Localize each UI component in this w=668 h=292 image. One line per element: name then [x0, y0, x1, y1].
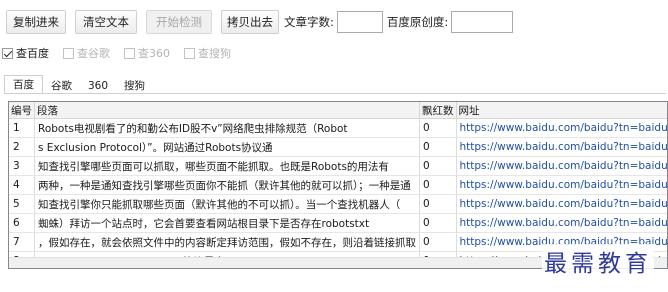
checkbox-checked-icon[interactable]: [2, 47, 13, 59]
cell-no: 4: [9, 175, 35, 195]
char-count-label: 文章字数:: [284, 15, 334, 29]
cell-red-count: 0: [419, 156, 457, 176]
cell-url[interactable]: https://www.baidu.com/baidu?tn=baidu&wor…: [456, 137, 667, 157]
app-window: 复制进来 清空文本 开始检测 拷贝出去 文章字数: 百度原创度: 查百度 查谷歌…: [0, 0, 668, 292]
clear-text-button[interactable]: 清空文本: [75, 10, 137, 34]
cell-paragraph: 知查找引擎你只能抓取哪些页面（默许其他的不可以抓）。当一个查找机器人（: [34, 194, 420, 214]
cell-paragraph: Robots电视剧看了的和勤公布ID股不v”网络爬虫排除规范（Robot: [34, 118, 420, 138]
table-row[interactable]: 6 蜘蛛）拜访一个站点时，它会首要查看网站根目录下是否存在robotstxt 0…: [9, 213, 667, 233]
col-header-red-count[interactable]: 飘红数: [419, 102, 457, 119]
watermark-logo: 最需教育: [542, 244, 654, 278]
table-row[interactable]: 2 s Exclusion Protocol）”。网站通过Robots协议通 0…: [9, 137, 667, 157]
table-header-row: 编号 段落 飘红数 网址: [9, 102, 667, 119]
tab-baidu[interactable]: 百度: [4, 75, 43, 94]
cell-no: 1: [9, 118, 35, 138]
cell-url[interactable]: https://www.baidu.com/baidu?tn=baidu&wor…: [456, 213, 667, 233]
col-header-no[interactable]: 编号: [9, 102, 35, 119]
table-row[interactable]: 3 知查找引擎哪些页面可以抓取，哪些页面不能抓取。也既是Robots的用法有 0…: [9, 156, 667, 176]
check-sogou[interactable]: 查搜狗: [184, 45, 231, 61]
originality-label: 百度原创度:: [386, 15, 449, 29]
checkbox-icon[interactable]: [124, 47, 135, 59]
tab-sogou[interactable]: 搜狗: [116, 78, 153, 94]
cell-no: 3: [9, 156, 35, 176]
originality-field[interactable]: [451, 11, 514, 33]
cell-red-count: 0: [419, 175, 457, 195]
cell-no: 2: [9, 137, 35, 157]
cell-paragraph: 知查找引擎哪些页面可以抓取，哪些页面不能抓取。也既是Robots的用法有: [34, 156, 420, 176]
col-header-paragraph[interactable]: 段落: [34, 102, 420, 119]
table-row[interactable]: 1 Robots电视剧看了的和勤公布ID股不v”网络爬虫排除规范（Robot 0…: [9, 118, 667, 138]
cell-url[interactable]: https://www.baidu.com/baidu?tn=baidu&wor…: [456, 194, 667, 214]
checkbox-icon[interactable]: [184, 47, 195, 59]
cell-red-count: 0: [419, 213, 457, 233]
cell-red-count: 0: [419, 194, 457, 214]
check-google[interactable]: 查谷歌: [63, 45, 110, 61]
char-count-field[interactable]: [336, 11, 383, 33]
cell-no: 6: [9, 213, 35, 233]
cell-url[interactable]: https://www.baidu.com/baidu?tn=baidu&wor…: [456, 175, 667, 195]
check-360[interactable]: 查360: [124, 45, 170, 61]
cell-paragraph: s Exclusion Protocol）”。网站通过Robots协议通: [34, 137, 420, 157]
check-baidu[interactable]: 查百度: [2, 45, 49, 61]
check-360-label: 查360: [138, 47, 170, 60]
cell-red-count: 0: [419, 118, 457, 138]
table-row[interactable]: 4 两种，一种是通知查找引擎哪些页面你不能抓（默许其他的就可以抓）；一种是通 0…: [9, 175, 667, 195]
check-sogou-label: 查搜狗: [198, 47, 231, 60]
tab-divider: [4, 93, 666, 94]
cell-url[interactable]: https://www.baidu.com/baidu?tn=baidu&wor…: [456, 118, 667, 138]
engine-options: 查百度 查谷歌 查360 查搜狗: [2, 44, 245, 62]
engine-tabs: 百度 谷歌 360 搜狗: [4, 75, 153, 94]
cell-red-count: 0: [419, 137, 457, 157]
cell-url[interactable]: https://www.baidu.com/baidu?tn=baidu&wor…: [456, 156, 667, 176]
cell-no: 7: [9, 232, 35, 252]
toolbar: 复制进来 清空文本 开始检测 拷贝出去 文章字数: 百度原创度:: [6, 8, 514, 36]
table-row[interactable]: 5 知查找引擎你只能抓取哪些页面（默许其他的不可以抓）。当一个查找机器人（ 0 …: [9, 194, 667, 214]
cell-red-count: 0: [419, 232, 457, 252]
copy-out-button[interactable]: 拷贝出去: [221, 10, 279, 34]
cell-paragraph: 两种，一种是通知查找引擎哪些页面你不能抓（默许其他的就可以抓）；一种是通: [34, 175, 420, 195]
col-header-url[interactable]: 网址: [456, 102, 667, 119]
checkbox-icon[interactable]: [63, 47, 74, 59]
tab-360[interactable]: 360: [80, 78, 116, 94]
tab-google[interactable]: 谷歌: [43, 78, 80, 94]
check-baidu-label: 查百度: [16, 47, 49, 60]
cell-no: 5: [9, 194, 35, 214]
cell-paragraph: ，假如存在，就会依照文件中的内容断定拜访范围，假如不存在，则沿着链接抓取: [34, 232, 420, 252]
start-check-button[interactable]: 开始检测: [146, 10, 212, 34]
copy-in-button[interactable]: 复制进来: [6, 10, 66, 34]
check-google-label: 查谷歌: [77, 47, 110, 60]
cell-paragraph: 蜘蛛）拜访一个站点时，它会首要查看网站根目录下是否存在robotstxt: [34, 213, 420, 233]
